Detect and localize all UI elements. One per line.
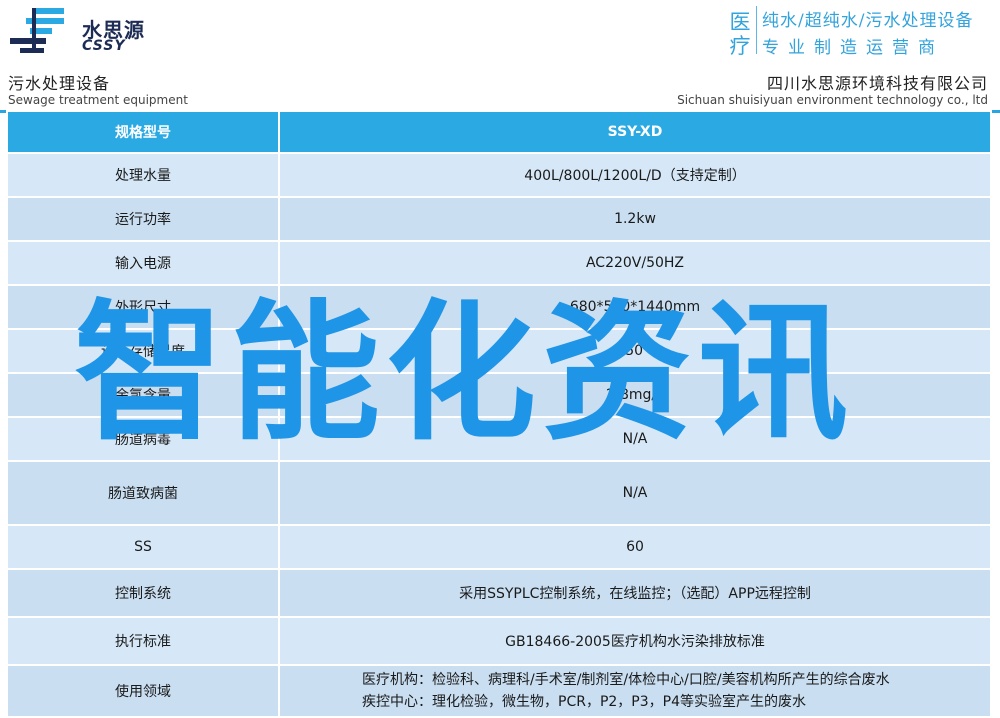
table-row: 使用领域 医疗机构：检验科、病理科/手术室/制剂室/体检中心/口腔/美容机构所产… xyxy=(6,664,992,718)
usage-line-cdc: 疾控中心：理化检验，微生物，PCR，P2，P3，P4等实验室产生的废水 xyxy=(362,694,806,710)
watermark-overlay-title: 智能化资讯 xyxy=(74,287,855,461)
spec-value-multiline: 医疗机构：检验科、病理科/手术室/制剂室/体检中心/口腔/美容机构所产生的综合废… xyxy=(278,664,992,718)
company-logo[interactable]: 水思源 CSSY xyxy=(6,6,146,56)
usage-line-medical: 医疗机构：检验科、病理科/手术室/制剂室/体检中心/口腔/美容机构所产生的综合废… xyxy=(362,672,890,688)
header-value-cell: SSY-XD xyxy=(278,110,992,154)
spec-value: GB18466-2005医疗机构水污染排放标准 xyxy=(278,616,992,666)
spec-label: 处理水量 xyxy=(6,152,280,198)
table-row: 处理水量 400L/800L/1200L/D（支持定制） xyxy=(6,152,992,198)
table-row: 执行标准 GB18466-2005医疗机构水污染排放标准 xyxy=(6,616,992,666)
spec-label: 使用领域 xyxy=(6,664,280,718)
spec-label: 执行标准 xyxy=(6,616,280,666)
product-category-en: Sewage treatment equipment xyxy=(8,93,188,107)
spec-value: 60 xyxy=(278,524,992,570)
table-row: 控制系统 采用SSYPLC控制系统，在线监控；（选配）APP远程控制 xyxy=(6,568,992,618)
header-label-cell: 规格型号 xyxy=(6,110,280,154)
table-row: SS 60 xyxy=(6,524,992,570)
table-row: 运行功率 1.2kw xyxy=(6,196,992,242)
logo-mark-icon xyxy=(10,8,64,53)
table-header-row: 规格型号 SSY-XD xyxy=(6,110,992,154)
tagline-products: 纯水/超纯水/污水处理设备 xyxy=(762,11,974,31)
spec-value: 采用SSYPLC控制系统，在线监控；（选配）APP远程控制 xyxy=(278,568,992,618)
spec-label: 运行功率 xyxy=(6,196,280,242)
product-category-cn: 污水处理设备 xyxy=(8,74,111,93)
company-name-en: Sichuan shuisiyuan environment technolog… xyxy=(677,93,988,107)
spec-value: 1.2kw xyxy=(278,196,992,242)
page-header: 水思源 CSSY 医 疗 纯水/超纯水/污水处理设备 专业制造运营商 xyxy=(0,0,1000,62)
logo-english-name: CSSY xyxy=(82,38,126,54)
tag-category-box: 医 疗 xyxy=(726,6,757,58)
tagline-operator: 专业制造运营商 xyxy=(762,38,944,58)
spec-value: 400L/800L/1200L/D（支持定制） xyxy=(278,152,992,198)
company-name-cn: 四川水思源环境科技有限公司 xyxy=(766,74,988,93)
tag-char-2: 疗 xyxy=(729,34,751,58)
spec-label: 控制系统 xyxy=(6,568,280,618)
spec-label: SS xyxy=(6,524,280,570)
subtitle-band: 污水处理设备 Sewage treatment equipment 四川水思源环… xyxy=(0,62,1000,113)
